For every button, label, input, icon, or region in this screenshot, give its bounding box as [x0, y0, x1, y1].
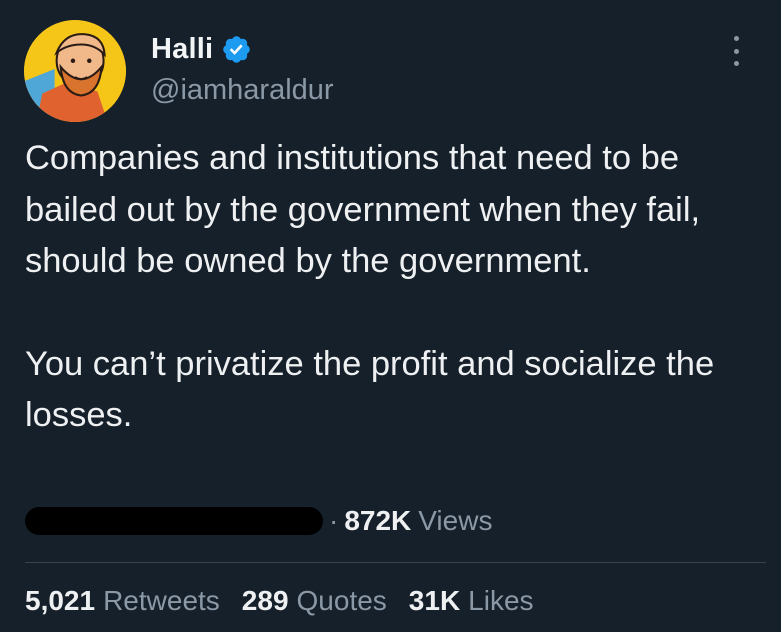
more-dot: [733, 36, 739, 41]
verified-badge-icon[interactable]: [221, 34, 252, 65]
author-display-name[interactable]: Halli: [151, 33, 213, 66]
tweet-card: Halli @iamharaldur Companies and institu…: [0, 0, 781, 632]
meta-separator: ·: [329, 505, 339, 536]
avatar-illustration: [24, 20, 126, 122]
author-handle[interactable]: @iamharaldur: [151, 74, 334, 107]
avatar[interactable]: [24, 20, 126, 122]
author-name-row: Halli: [151, 33, 252, 66]
likes-label: Likes: [468, 585, 534, 616]
views-count: 872K: [344, 505, 412, 536]
engagement-stats: 5,021 Retweets 289 Quotes 31K Likes: [25, 585, 556, 617]
more-dot: [733, 61, 739, 66]
retweets-stat[interactable]: 5,021 Retweets: [25, 585, 220, 617]
quotes-stat[interactable]: 289 Quotes: [242, 585, 387, 617]
likes-count: 31K: [408, 585, 461, 616]
divider: [25, 562, 766, 563]
likes-stat[interactable]: 31K Likes: [409, 585, 534, 617]
quotes-label: Quotes: [296, 585, 387, 616]
tweet-text: Companies and institutions that need to …: [25, 133, 765, 442]
more-options-icon[interactable]: [728, 36, 744, 66]
tweet-meta: · 872K Views: [25, 503, 765, 539]
retweets-label: Retweets: [103, 585, 220, 616]
more-dot: [733, 48, 739, 54]
views-label: Views: [418, 505, 493, 536]
retweets-count: 5,021: [25, 585, 96, 616]
quotes-count: 289: [241, 585, 289, 616]
redacted-timestamp: [25, 507, 323, 535]
tweet-paragraph: Companies and institutions that need to …: [25, 139, 701, 280]
tweet-paragraph: You can’t privatize the profit and socia…: [25, 344, 715, 435]
